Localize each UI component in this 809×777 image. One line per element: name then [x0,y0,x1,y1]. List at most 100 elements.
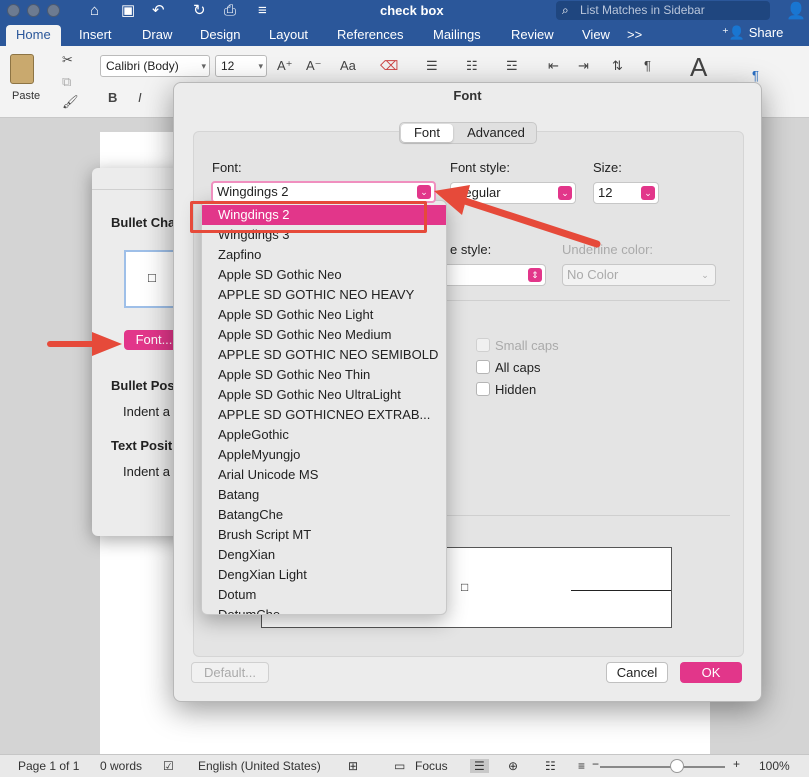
preview-baseline [571,590,671,591]
font-option[interactable]: APPLE SD GOTHIC NEO HEAVY [202,285,446,305]
copy-icon[interactable]: ⧉ [62,74,71,90]
tab-draw[interactable]: Draw [142,25,172,46]
chevron-down-icon: ▾ [258,61,263,71]
share-button[interactable]: ⁺👤 Share [722,25,783,41]
default-button[interactable]: Default... [191,662,269,683]
track-changes-icon[interactable]: ⊞ [348,759,358,773]
underline-color-value: No Color [567,267,619,282]
zoom-slider-handle[interactable] [670,759,684,773]
small-caps-checkbox[interactable] [476,338,490,352]
font-option[interactable]: BatangChe [202,505,446,525]
font-name-field[interactable]: Calibri (Body) ▾ [100,55,210,77]
tab-mailings[interactable]: Mailings [433,25,481,46]
cut-icon[interactable]: ✂ [62,52,73,68]
font-option[interactable]: DengXian [202,545,446,565]
undo-icon[interactable]: ↶ [152,1,165,21]
proofing-icon[interactable]: ☑ [163,759,174,773]
font-style-select[interactable]: Regular ⌄ [450,182,576,204]
size-select[interactable]: 12 ⌄ [593,182,659,204]
indent-at-label: Indent a [123,464,170,479]
page-count[interactable]: Page 1 of 1 [18,759,79,773]
font-name-input[interactable]: Wingdings 2 ⌄ [211,181,436,203]
redo-icon[interactable]: ↻ [193,1,206,21]
bullets-icon[interactable]: ☰ [426,58,438,74]
font-option[interactable]: Apple SD Gothic Neo Thin [202,365,446,385]
hidden-checkbox[interactable] [476,382,490,396]
language-status[interactable]: English (United States) [198,759,321,773]
font-option[interactable]: DengXian Light [202,565,446,585]
draft-view-icon[interactable]: ≡ [578,759,585,773]
font-option[interactable]: Apple SD Gothic Neo [202,265,446,285]
tab-home[interactable]: Home [6,25,61,46]
word-count[interactable]: 0 words [100,759,142,773]
grow-font-icon[interactable]: A⁺ [277,58,293,74]
numbering-icon[interactable]: ☷ [466,58,478,74]
font-option[interactable]: APPLE SD GOTHICNEO EXTRAB... [202,405,446,425]
font-option[interactable]: AppleGothic [202,425,446,445]
tab-insert[interactable]: Insert [79,25,112,46]
font-size-field[interactable]: 12 ▾ [215,55,267,77]
print-icon[interactable]: ⎙ [224,1,236,21]
size-label: Size: [593,160,622,175]
ok-button[interactable]: OK [680,662,742,683]
font-option[interactable]: Arial Unicode MS [202,465,446,485]
web-layout-icon[interactable]: ⊕ [508,759,518,773]
zoom-window-button[interactable] [47,4,60,17]
more-tabs-button[interactable]: >> [627,25,642,46]
paste-label[interactable]: Paste [12,90,40,102]
shrink-font-icon[interactable]: A⁻ [306,58,322,74]
change-case-icon[interactable]: Aa [340,58,356,73]
close-window-button[interactable] [7,4,20,17]
decrease-indent-icon[interactable]: ⇤ [548,58,559,74]
font-label: Font: [212,160,242,175]
tab-review[interactable]: Review [511,25,554,46]
zoom-in-button[interactable]: + [733,757,740,771]
font-option[interactable]: Brush Script MT [202,525,446,545]
font-dropdown-list[interactable]: Wingdings 2 Wingdings 3 Zapfino Apple SD… [201,200,447,615]
format-painter-icon[interactable]: 🖌 [62,94,79,110]
tab-font[interactable]: Font [401,124,453,142]
tab-view[interactable]: View [582,25,610,46]
italic-icon[interactable]: I [138,90,142,105]
tab-advanced[interactable]: Advanced [458,124,534,142]
font-option[interactable]: Apple SD Gothic Neo Light [202,305,446,325]
tab-design[interactable]: Design [200,25,240,46]
sort-icon[interactable]: ⇅ [612,58,623,74]
show-formatting-icon[interactable]: ¶ [644,58,651,73]
underline-color-select[interactable]: No Color ⌄ [562,264,716,286]
search-input[interactable]: ⌕ List Matches in Sidebar [556,1,770,20]
print-layout-icon[interactable]: ☰ [470,759,489,773]
multilevel-list-icon[interactable]: ☲ [506,58,518,74]
customize-toolbar-icon[interactable]: ≡ [258,1,267,21]
font-option[interactable]: Batang [202,485,446,505]
font-option[interactable]: AppleMyungjo [202,445,446,465]
paste-icon[interactable] [10,54,34,84]
outline-view-icon[interactable]: ☷ [545,759,556,773]
cancel-button[interactable]: Cancel [606,662,668,683]
all-caps-checkbox[interactable] [476,360,490,374]
font-option[interactable]: Apple SD Gothic Neo UltraLight [202,385,446,405]
clear-formatting-icon[interactable]: ⌫ [380,58,398,74]
home-icon[interactable]: ⌂ [90,1,99,21]
minimize-window-button[interactable] [27,4,40,17]
font-option[interactable]: Zapfino [202,245,446,265]
styles-icon[interactable]: A [690,52,707,83]
bold-icon[interactable]: B [108,90,117,105]
styles-pane-icon[interactable]: ¶ [752,68,759,83]
underline-style-select[interactable]: ⇕ [440,264,546,286]
user-icon[interactable]: 👤 [786,1,806,21]
focus-label[interactable]: Focus [415,759,448,773]
zoom-out-button[interactable]: − [592,757,599,771]
font-option[interactable]: DotumChe [202,605,446,614]
font-option[interactable]: APPLE SD GOTHIC NEO SEMIBOLD [202,345,446,365]
tab-references[interactable]: References [337,25,403,46]
zoom-level[interactable]: 100% [759,759,790,773]
chevron-down-icon[interactable]: ⌄ [417,185,431,199]
tab-layout[interactable]: Layout [269,25,308,46]
focus-icon[interactable]: ▭ [394,759,405,773]
font-option[interactable]: Dotum [202,585,446,605]
increase-indent-icon[interactable]: ⇥ [578,58,589,74]
zoom-slider-track[interactable] [600,766,725,768]
save-icon[interactable]: ▣ [121,1,135,21]
font-option[interactable]: Apple SD Gothic Neo Medium [202,325,446,345]
